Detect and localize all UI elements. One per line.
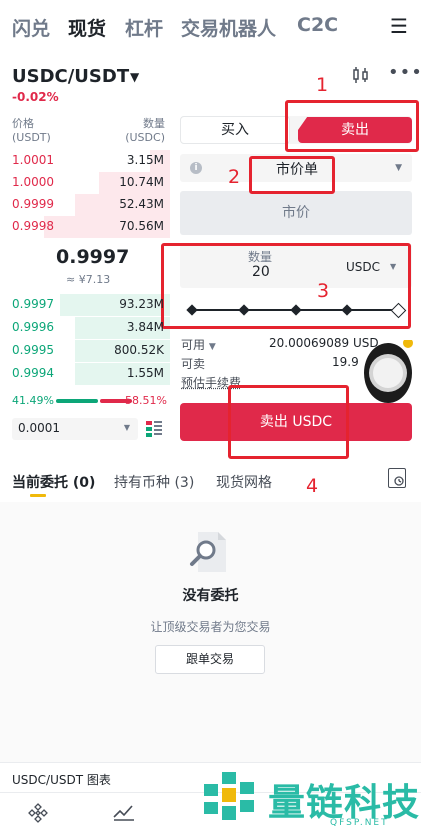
annotation-number-2: 2 — [228, 166, 241, 188]
annotation-number-4: 4 — [306, 475, 319, 497]
nav-tab-trading-bots[interactable]: 交易机器人 — [181, 14, 276, 41]
bid-price: 0.9996 — [12, 320, 54, 334]
bid-row[interactable]: 0.9995 800.52K — [0, 340, 170, 362]
market-price-field: 市价 — [180, 191, 412, 235]
nav-tab-spot[interactable]: 现货 — [68, 14, 106, 41]
bid-qty: 1.55M — [126, 366, 164, 380]
caret-down-icon: ▼ — [395, 163, 402, 173]
ask-row[interactable]: 0.9999 52.43M — [0, 194, 170, 216]
buy-tab[interactable]: 买入 — [180, 116, 290, 144]
caret-down-icon: ▼ — [123, 423, 130, 432]
annotation-box-2 — [249, 156, 335, 194]
buy-sell-ratio: 41.49% 58.51% — [12, 394, 167, 408]
ask-qty: 10.74M — [119, 175, 164, 189]
annotation-box-3 — [161, 243, 411, 329]
ask-row[interactable]: 1.0000 10.74M — [0, 172, 170, 194]
bid-qty: 800.52K — [114, 343, 164, 357]
active-tab-indicator — [30, 494, 46, 497]
tab-spot-grid[interactable]: 现货网格 — [216, 472, 272, 492]
bid-price: 0.9994 — [12, 366, 54, 380]
available-label[interactable]: 可用 ▼ — [181, 336, 216, 353]
price-change: -0.02% — [12, 90, 59, 104]
ask-row[interactable]: 1.0001 3.15M — [0, 150, 170, 172]
watermark-logo-icon — [200, 770, 260, 830]
nav-tab-margin[interactable]: 杠杆 — [125, 14, 163, 41]
ask-price: 1.0001 — [12, 153, 54, 167]
last-price-cny: ≈ ¥7.13 — [66, 273, 111, 286]
copy-trading-button[interactable]: 跟单交易 — [155, 645, 265, 674]
tab-open-orders[interactable]: 当前委托 (0) — [12, 472, 95, 492]
candlestick-icon[interactable] — [352, 66, 370, 89]
bid-qty: 93.23M — [119, 297, 164, 311]
pair-selector[interactable]: USDC/USDT — [12, 66, 129, 87]
bid-row[interactable]: 0.9997 93.23M — [0, 294, 170, 316]
bid-row[interactable]: 0.9994 1.55M — [0, 363, 170, 385]
can-sell-label: 可卖 — [181, 357, 206, 371]
watermark-url: QFSP.NET — [330, 818, 389, 828]
annotation-box-4 — [228, 385, 349, 459]
bid-row[interactable]: 0.9996 3.84M — [0, 317, 170, 339]
ask-price: 1.0000 — [12, 175, 54, 189]
precision-select[interactable]: 0.0001 ▼ — [12, 418, 138, 440]
bid-price: 0.9997 — [12, 297, 54, 311]
more-icon[interactable]: ••• — [388, 62, 421, 83]
last-price: 0.9997 — [56, 246, 130, 268]
caret-down-icon: ▼ — [208, 342, 216, 352]
binance-logo-icon[interactable] — [28, 803, 48, 827]
ob-header-price: 价格 (USDT) — [12, 117, 51, 144]
annotation-number-1: 1 — [316, 74, 329, 96]
orderbook-layout-icon[interactable] — [145, 420, 163, 438]
can-sell-value: 19.9 — [332, 355, 359, 369]
nav-tab-c2c[interactable]: C2C — [297, 14, 338, 36]
bid-price: 0.9995 — [12, 343, 54, 357]
empty-document-search-icon — [186, 530, 232, 574]
ob-header-qty: 数量 (USDC) — [125, 117, 165, 144]
ask-qty: 3.15M — [126, 153, 164, 167]
empty-subtitle: 让顶级交易者为您交易 — [150, 620, 271, 634]
ask-qty: 52.43M — [119, 197, 164, 211]
annotation-box-1 — [285, 100, 419, 152]
buy-ratio-bar — [56, 399, 98, 403]
bid-qty: 3.84M — [126, 320, 164, 334]
hamburger-icon[interactable]: ☰ — [390, 14, 408, 38]
sell-ratio: 58.51% — [125, 394, 167, 407]
floating-assist-button[interactable] — [362, 338, 418, 406]
caret-down-icon[interactable]: ▼ — [130, 70, 139, 84]
ask-row[interactable]: 0.9998 70.56M — [0, 216, 170, 238]
ask-qty: 70.56M — [119, 219, 164, 233]
markets-icon[interactable] — [113, 803, 135, 825]
empty-title: 没有委托 — [182, 588, 239, 604]
buy-ratio: 41.49% — [12, 394, 54, 407]
nav-tab-convert[interactable]: 闪兑 — [12, 14, 50, 41]
info-icon[interactable]: i — [190, 162, 202, 174]
ask-price: 0.9999 — [12, 197, 54, 211]
order-history-icon[interactable] — [388, 468, 406, 488]
tab-holdings[interactable]: 持有币种 (3) — [114, 472, 194, 492]
annotation-number-3: 3 — [317, 280, 330, 302]
ask-price: 0.9998 — [12, 219, 54, 233]
